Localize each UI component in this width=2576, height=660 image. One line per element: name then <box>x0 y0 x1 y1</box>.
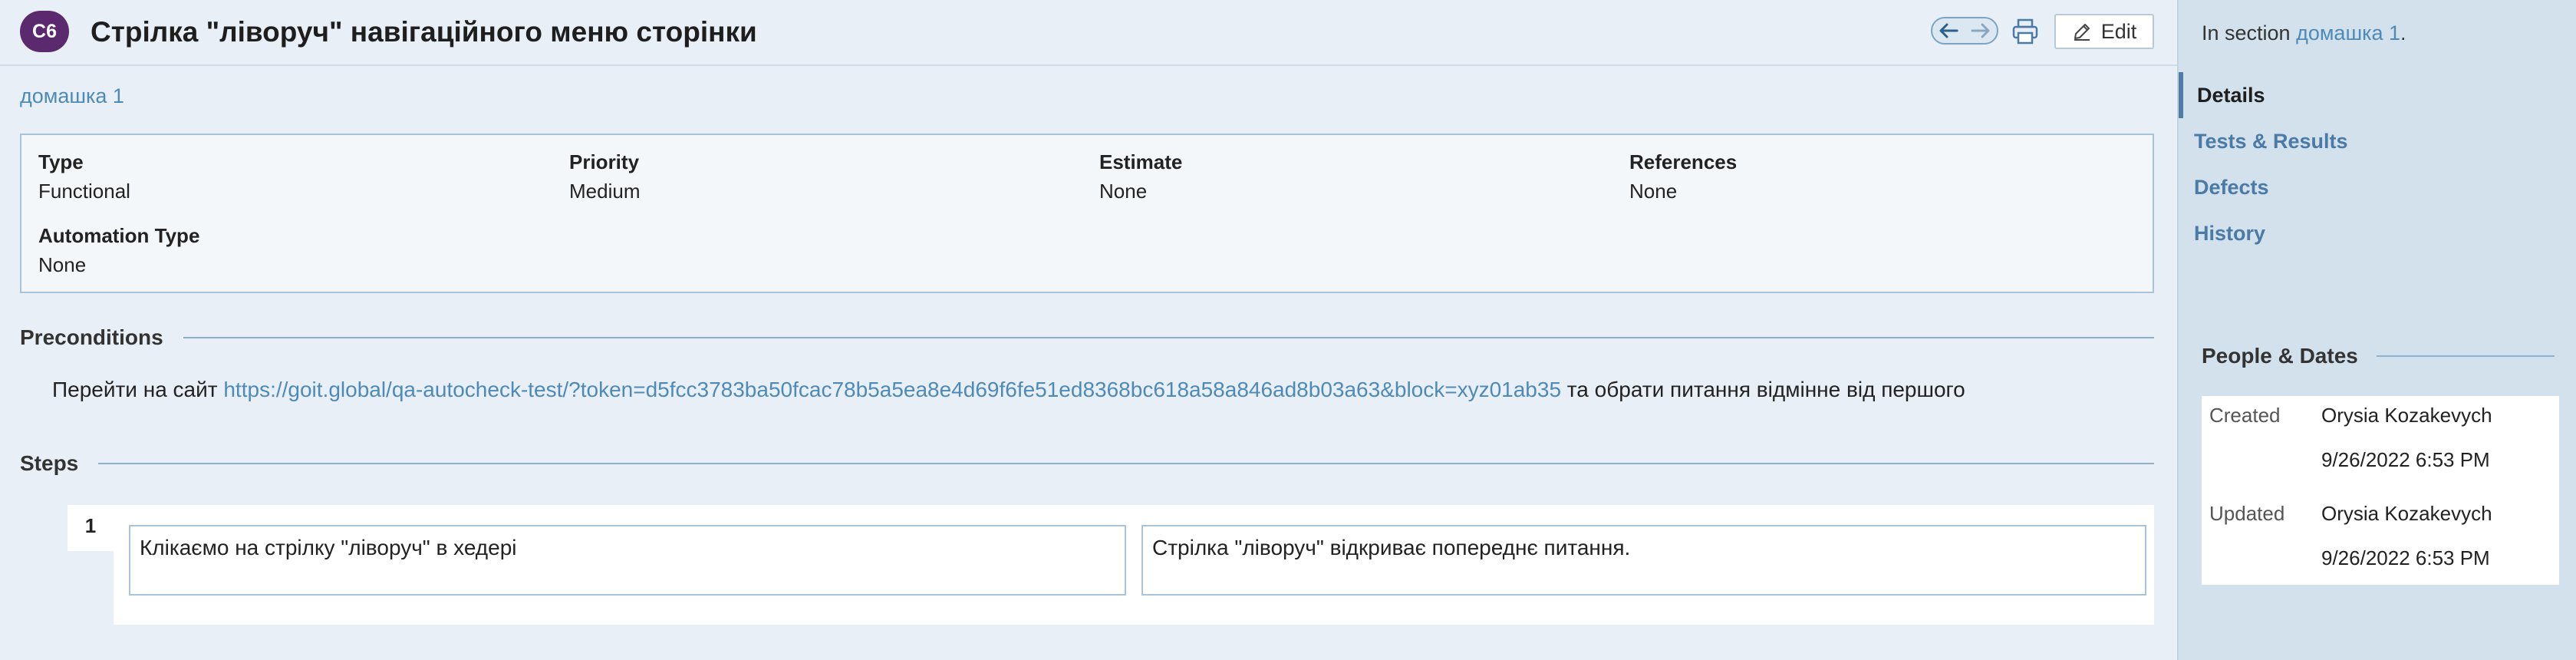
preconditions-text: Перейти на сайт https://goit.global/qa-a… <box>52 378 1965 402</box>
updated-label: Updated <box>2209 502 2285 525</box>
updated-at: 9/26/2022 6:53 PM <box>2321 546 2490 569</box>
field-type-label: Type <box>38 150 84 173</box>
created-by: Orysia Kozakevych <box>2321 404 2492 427</box>
created-at: 9/26/2022 6:53 PM <box>2321 448 2490 471</box>
preconditions-prefix: Перейти на сайт <box>52 378 218 401</box>
field-references-value: None <box>1629 180 1678 203</box>
sidebar-section-link[interactable]: домашка 1 <box>2296 21 2400 45</box>
field-estimate: Estimate None <box>1099 149 1182 204</box>
sidebar-item-history[interactable]: History <box>2179 210 2576 256</box>
field-references: References None <box>1629 149 1737 204</box>
step-row: Клікаємо на стрілку "ліворуч" в хедері С… <box>114 505 2154 625</box>
sidebar-item-label: Tests & Results <box>2194 129 2348 153</box>
updated-by: Orysia Kozakevych <box>2321 502 2492 525</box>
case-navigation <box>1931 17 1998 45</box>
main-content: C6 Стрілка "ліворуч" навігаційного меню … <box>0 0 2177 660</box>
preconditions-heading: Preconditions <box>20 325 2154 350</box>
divider <box>183 337 2154 338</box>
sidebar-item-defects[interactable]: Defects <box>2179 164 2576 210</box>
field-automation-type-label: Automation Type <box>38 224 200 247</box>
divider <box>98 463 2154 464</box>
field-type-value: Functional <box>38 180 130 203</box>
edit-button[interactable]: Edit <box>2054 14 2154 49</box>
sidebar-item-label: Defects <box>2194 175 2269 199</box>
next-case-button[interactable] <box>1965 18 1997 43</box>
sidebar-nav: Details Tests & Results Defects History <box>2179 72 2576 256</box>
sidebar-section-suffix: . <box>2400 21 2406 45</box>
step-action: Клікаємо на стрілку "ліворуч" в хедері <box>129 525 1126 596</box>
created-label: Created <box>2209 404 2281 427</box>
field-priority-label: Priority <box>569 150 640 173</box>
preconditions-link[interactable]: https://goit.global/qa-autocheck-test/?t… <box>223 378 1561 401</box>
step-number: 1 <box>68 505 114 551</box>
field-priority-value: Medium <box>569 180 641 203</box>
print-button[interactable] <box>2008 15 2042 48</box>
sidebar: In section домашка 1. Details Tests & Re… <box>2177 0 2576 660</box>
page-title: Стрілка "ліворуч" навігаційного меню сто… <box>91 16 757 48</box>
arrow-left-icon <box>1939 23 1958 38</box>
previous-case-button[interactable] <box>1932 18 1965 43</box>
edit-label: Edit <box>2100 19 2137 43</box>
breadcrumb-section-link[interactable]: домашка 1 <box>20 84 124 108</box>
arrow-right-icon <box>1971 23 1990 38</box>
sidebar-item-details[interactable]: Details <box>2179 72 2576 118</box>
people-dates-heading-text: People & Dates <box>2202 344 2358 368</box>
sidebar-section-prefix: In section <box>2202 21 2291 45</box>
preconditions-heading-text: Preconditions <box>20 325 163 349</box>
preconditions-suffix: та обрати питання відмінне від першого <box>1566 378 1965 401</box>
field-estimate-value: None <box>1099 180 1148 203</box>
pencil-icon <box>2074 24 2090 41</box>
case-info-box: Type Functional Priority Medium Estimate… <box>20 134 2154 293</box>
field-automation-type: Automation Type None <box>38 223 199 278</box>
step-expected-result: Стрілка "ліворуч" відкриває попереднє пи… <box>1141 525 2146 596</box>
divider <box>2376 355 2555 357</box>
people-dates-heading: People & Dates <box>2202 344 2555 368</box>
sidebar-item-tests-results[interactable]: Tests & Results <box>2179 118 2576 164</box>
field-references-label: References <box>1629 150 1738 173</box>
sidebar-item-label: History <box>2194 221 2266 245</box>
steps-heading: Steps <box>20 451 2154 476</box>
field-priority: Priority Medium <box>569 149 640 204</box>
field-type: Type Functional <box>38 149 130 204</box>
sidebar-section-info: In section домашка 1. <box>2202 21 2406 45</box>
print-icon <box>2012 18 2038 45</box>
case-id-badge: C6 <box>20 11 69 52</box>
people-dates-card: Created Orysia Kozakevych 9/26/2022 6:53… <box>2202 396 2559 585</box>
sidebar-item-label: Details <box>2197 83 2265 107</box>
field-automation-type-value: None <box>38 253 87 276</box>
steps-heading-text: Steps <box>20 451 79 475</box>
case-header: C6 Стрілка "ліворуч" навігаційного меню … <box>0 0 2177 66</box>
field-estimate-label: Estimate <box>1099 150 1183 173</box>
